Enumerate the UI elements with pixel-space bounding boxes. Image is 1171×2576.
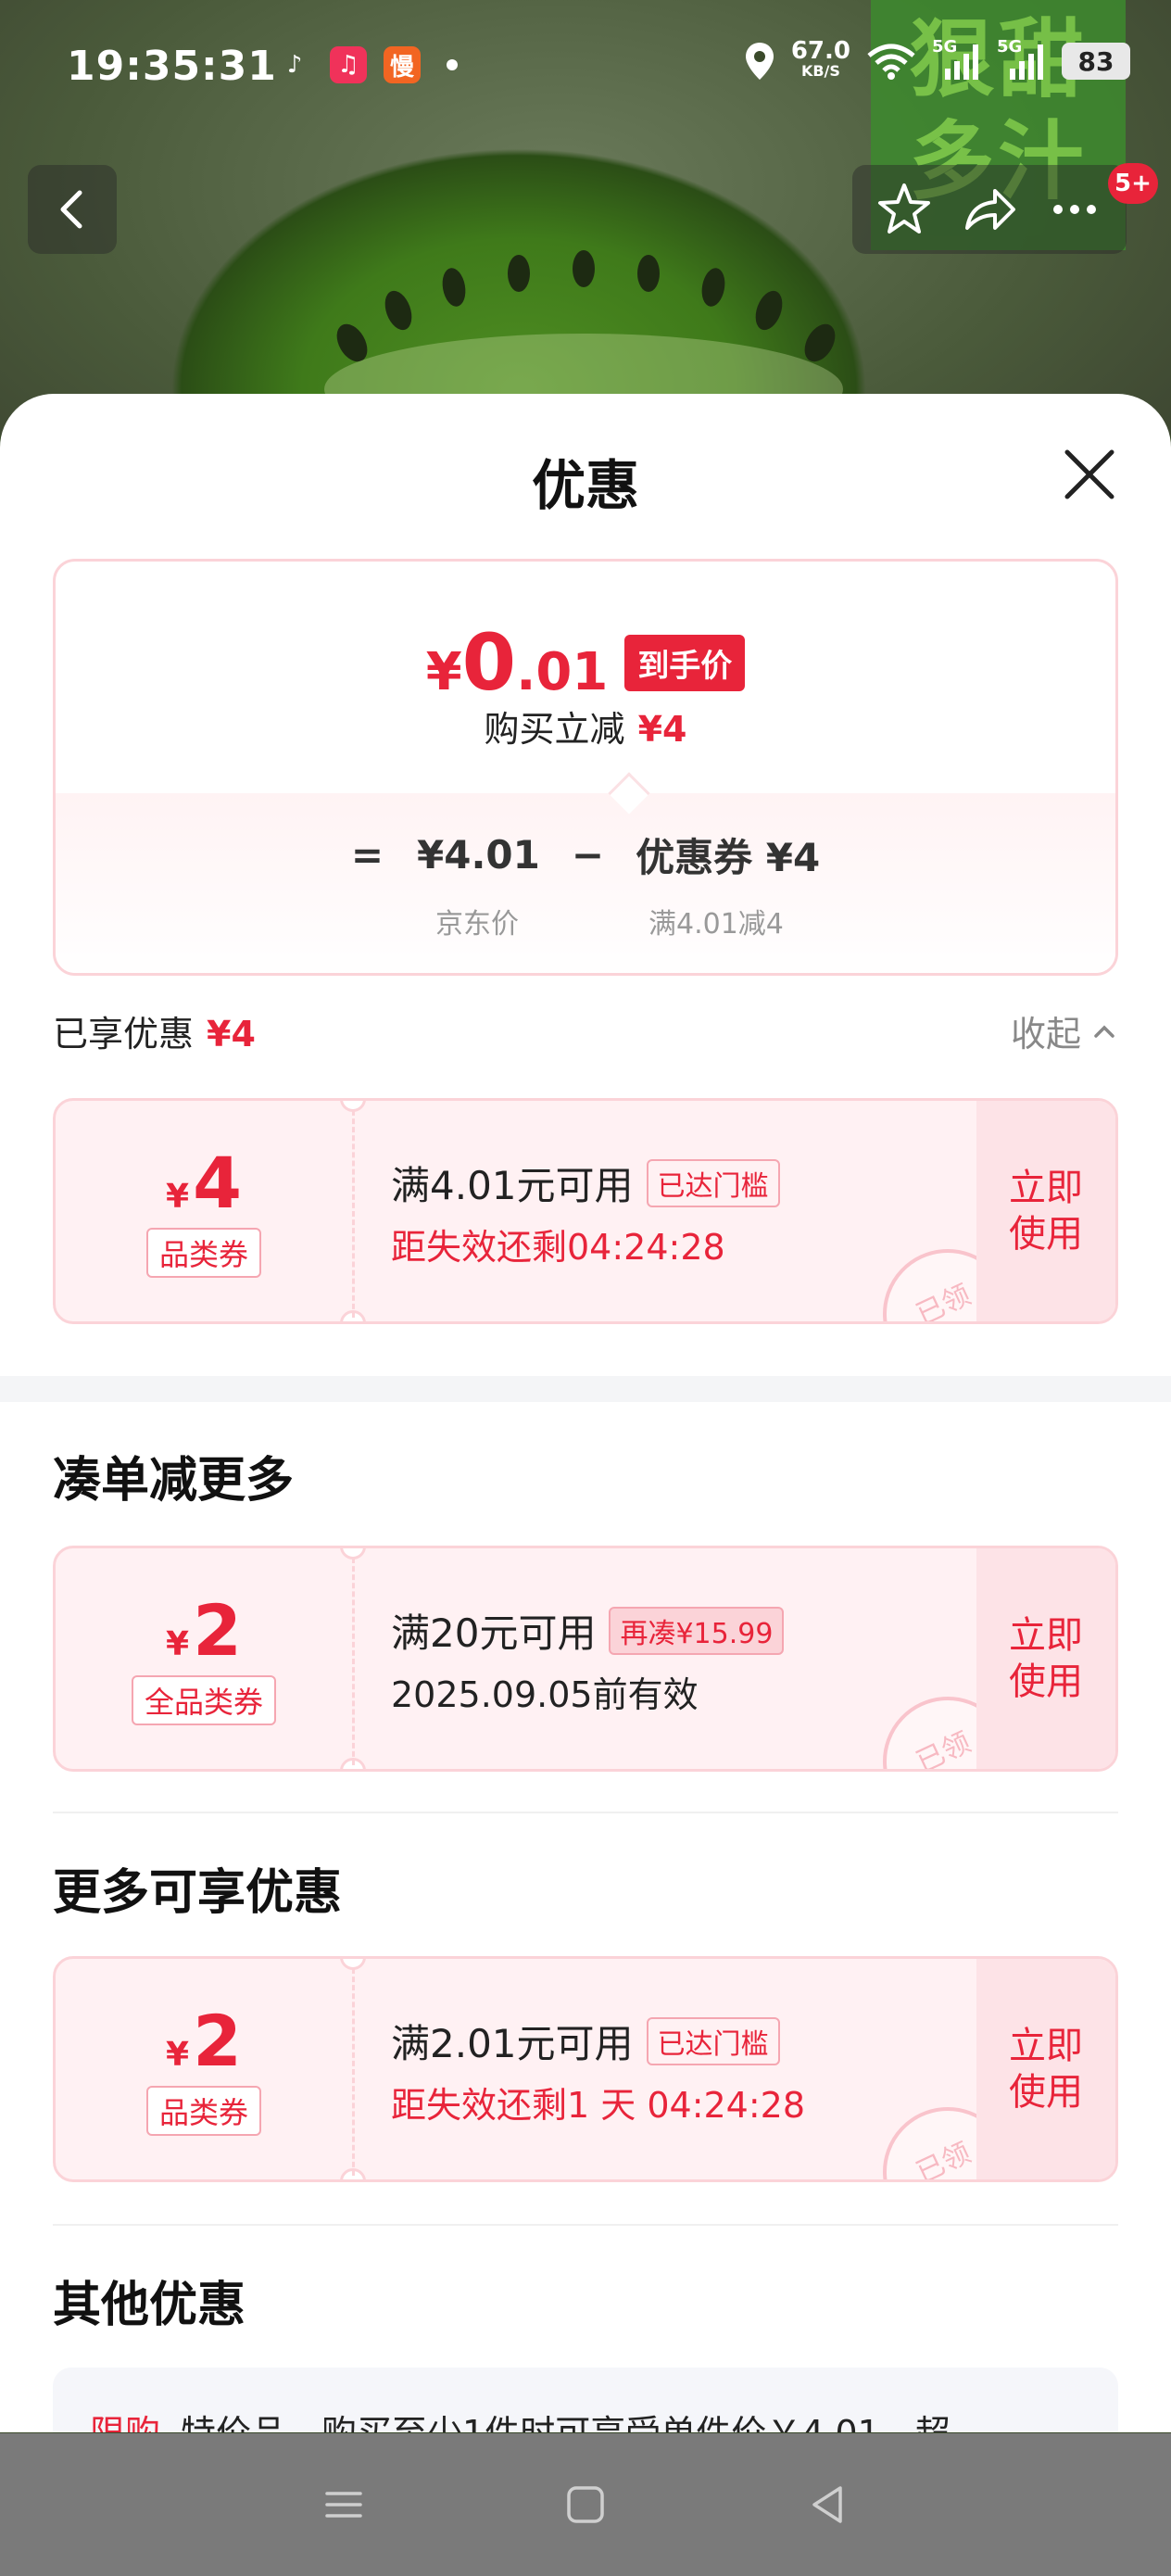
instant-reduce: 购买立减 ¥4 (484, 709, 687, 750)
menu-icon[interactable] (321, 2482, 366, 2527)
jd-price-label: 京东价 (435, 908, 519, 941)
back-triangle-icon[interactable] (805, 2482, 850, 2527)
coupon-chip: 再凑¥15.99 (609, 1606, 785, 1655)
chevron-left-icon (60, 190, 82, 229)
more-icon[interactable] (1045, 180, 1104, 239)
status-right: 67.0 KB/S 5G 5G 83 (743, 37, 1130, 82)
coupon-details: 满4.01元可用 已达门槛 距失效还剩04:24:28 (391, 1155, 780, 1269)
section-title-other: 其他优惠 (53, 2278, 246, 2333)
other-discount-item[interactable]: 限购 特价品，购买至少1件时可享受单件价￥4.01，超 (53, 2368, 1118, 2432)
coupon-type: 品类券 (145, 1228, 261, 1278)
coupon-value: ¥2 全品类券 (56, 1548, 352, 1769)
coupon-value: ¥2 品类券 (56, 1959, 352, 2179)
network-speed: 67.0 KB/S (790, 37, 850, 80)
status-time: 19:35:31 (67, 43, 277, 90)
coupon-chip: 已达门槛 (646, 1158, 780, 1207)
kiwi-seeds-decoration (324, 250, 843, 408)
price-formula: = ¥4.01 − 优惠券 ¥4 (56, 827, 1115, 883)
music-app-icon: ♫ (330, 46, 367, 83)
reading-app-icon: 慢 (384, 46, 421, 83)
section-separator (0, 1376, 1171, 1402)
coupon-condition: 满20元可用 (391, 1610, 597, 1656)
coupon-condition: 满2.01元可用 (391, 2021, 634, 2066)
divider (53, 1812, 1118, 1813)
section-title-more-order: 凑单减更多 (53, 1453, 295, 1509)
system-nav-bar (0, 2433, 1171, 2576)
coupon-expire: 2025.09.05前有效 (391, 1674, 699, 1715)
enjoyed-discount: 已享优惠 ¥4 (53, 1014, 256, 1054)
location-icon (745, 43, 774, 80)
coupon-card: ¥2 全品类券 满20元可用 再凑¥15.99 2025.09.05前有效 已领 … (53, 1546, 1118, 1772)
coupon-expire: 距失效还剩1 天 04:24:28 (391, 2085, 806, 2126)
limit-tag: 限购 (90, 2413, 160, 2432)
close-icon[interactable] (1062, 447, 1117, 502)
collapse-button[interactable]: 收起 (1011, 1005, 1118, 1056)
coupon-condition: 满4.01元可用 (391, 1163, 634, 1208)
coupon-amount: 优惠券 ¥4 (636, 835, 821, 880)
signal-icon-2: 5G (997, 37, 1047, 82)
signal-icon-1: 5G (932, 37, 982, 82)
coupon-card: ¥4 品类券 满4.01元可用 已达门槛 距失效还剩04:24:28 已领 立即 … (53, 1098, 1118, 1324)
use-now-button[interactable]: 立即 使用 (976, 1959, 1115, 2179)
status-bar: 19:35:31 ♪ ♫ 慢 67.0 KB/S 5G 5G 83 (0, 0, 1171, 139)
other-discount-text: 特价品，购买至少1件时可享受单件价￥4.01，超 (181, 2413, 951, 2432)
divider (53, 2224, 1118, 2226)
price-breakdown-area (56, 793, 1115, 973)
share-icon[interactable] (960, 180, 1019, 239)
tiktok-icon: ♪ (286, 51, 303, 79)
home-icon[interactable] (563, 2482, 608, 2527)
final-price-card: ¥ 0 .01 到手价 购买立减 ¥4 = ¥4.01 − 优惠券 ¥4 京东价 … (53, 559, 1118, 976)
star-icon[interactable] (875, 180, 934, 239)
jd-price: ¥4.01 (417, 832, 540, 878)
use-now-button[interactable]: 立即 使用 (976, 1101, 1115, 1321)
top-action-bar (852, 165, 1127, 254)
notification-badge: 5+ (1108, 163, 1158, 204)
final-price-tag: 到手价 (624, 635, 746, 691)
coupon-rule-label: 满4.01减4 (648, 908, 784, 941)
coupon-value: ¥4 品类券 (56, 1101, 352, 1321)
coupon-type: 品类券 (145, 2086, 261, 2136)
battery-indicator: 83 (1062, 43, 1130, 80)
use-now-button[interactable]: 立即 使用 (976, 1548, 1115, 1769)
sheet-title: 优惠 (531, 454, 639, 517)
chevron-up-icon (1094, 1025, 1114, 1038)
coupon-type: 全品类券 (131, 1675, 276, 1725)
section-title-more-enjoy: 更多可享优惠 (53, 1865, 343, 1921)
coupon-details: 满2.01元可用 已达门槛 距失效还剩1 天 04:24:28 (391, 2013, 805, 2128)
more-notifications-dot (447, 59, 458, 70)
discount-sheet: 优惠 ¥ 0 .01 到手价 购买立减 ¥4 = ¥4.01 − 优惠券 ¥4 京… (0, 394, 1171, 2432)
final-price: ¥ 0 .01 到手价 (56, 617, 1115, 708)
coupon-details: 满20元可用 再凑¥15.99 2025.09.05前有效 (391, 1602, 785, 1717)
coupon-card: ¥2 品类券 满2.01元可用 已达门槛 距失效还剩1 天 04:24:28 已领… (53, 1956, 1118, 2182)
back-button[interactable] (28, 165, 117, 254)
coupon-chip: 已达门槛 (646, 2016, 780, 2065)
coupon-expire: 距失效还剩04:24:28 (391, 1227, 725, 1268)
wifi-icon (867, 44, 915, 80)
notification-icons: ♪ ♫ 慢 (276, 46, 458, 83)
